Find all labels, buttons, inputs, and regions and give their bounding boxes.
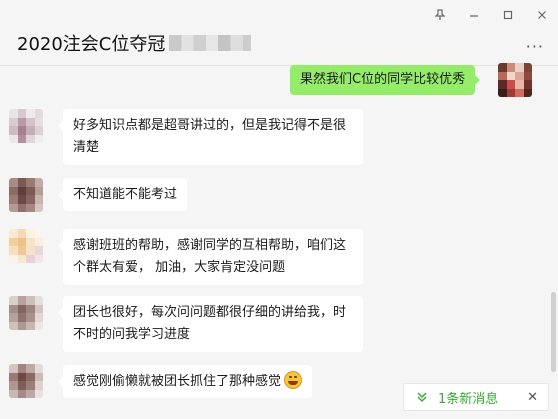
avatar-member[interactable] [9, 229, 43, 263]
avatar-member[interactable] [9, 296, 43, 330]
window-controls [434, 9, 548, 21]
close-icon[interactable] [536, 9, 548, 21]
message-text: 感觉刚偷懒就被团长抓住了那种感觉 [73, 374, 282, 389]
new-message-notice[interactable]: 1条新消息 ✕ [403, 383, 549, 411]
avatar-self[interactable] [498, 63, 532, 97]
message-bubble[interactable]: 不知道能不能考过 [57, 178, 188, 211]
close-icon[interactable]: ✕ [527, 390, 538, 405]
grinning-emoji-icon [284, 371, 303, 389]
scrollbar-thumb[interactable] [551, 292, 556, 372]
message-bubble[interactable]: 好多知识点都是超哥讲过的，但是我记得不是很清楚 [58, 109, 363, 165]
message-text: 果然我们C位的同学比较优秀 [300, 72, 466, 87]
avatar-member[interactable] [9, 109, 43, 143]
maximize-icon[interactable] [502, 9, 514, 21]
message-text: 团长也很好，每次问问题都很仔细的讲给我，时不时的问我学习进度 [73, 305, 347, 342]
minimize-icon[interactable] [468, 9, 480, 21]
blurred-title-suffix [169, 35, 252, 51]
pin-icon[interactable] [434, 9, 446, 21]
message-text: 不知道能不能考过 [73, 187, 178, 202]
chat-title-area: 2020注会C位夺冠 [17, 30, 252, 56]
message-list[interactable]: 果然我们C位的同学比较优秀 好多知识点都是超哥讲过的，但是我记得不是很清楚 不知 [0, 63, 558, 419]
message-text: 感谢班班的帮助，感谢同学的互相帮助，咱们这个群太有爱， 加油，大家肯定没问题 [73, 238, 347, 275]
message-bubble[interactable]: 感谢班班的帮助，感谢同学的互相帮助，咱们这个群太有爱， 加油，大家肯定没问题 [58, 229, 363, 285]
more-options-button[interactable]: ··· [526, 37, 544, 56]
chat-title: 2020注会C位夺冠 [17, 34, 166, 55]
avatar-member[interactable] [9, 364, 43, 398]
avatar-member[interactable] [9, 178, 43, 212]
chat-header: 2020注会C位夺冠 ··· [0, 0, 558, 66]
message-bubble[interactable]: 感觉刚偷懒就被团长抓住了那种感觉 [57, 365, 313, 398]
double-chevron-down-icon [415, 391, 429, 403]
message-text: 好多知识点都是超哥讲过的，但是我记得不是很清楚 [73, 118, 347, 155]
message-bubble-self[interactable]: 果然我们C位的同学比较优秀 [290, 65, 481, 95]
new-message-label: 1条新消息 [438, 391, 499, 407]
message-bubble[interactable]: 团长也很好，每次问问题都很仔细的讲给我，时不时的问我学习进度 [58, 296, 363, 352]
